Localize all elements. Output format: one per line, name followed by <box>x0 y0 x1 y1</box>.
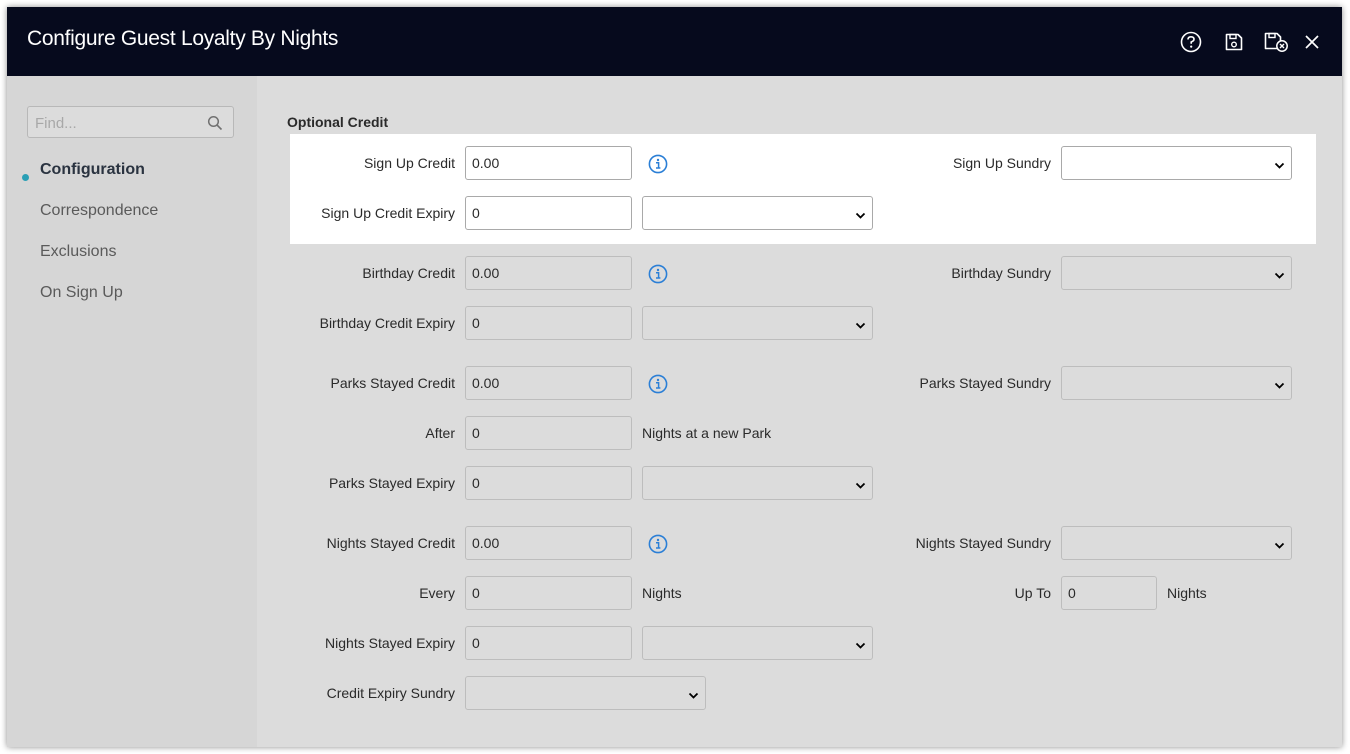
sign-up-credit-expiry-unit-select[interactable] <box>642 196 873 230</box>
nights-stayed-expiry-label: Nights Stayed Expiry <box>325 635 455 651</box>
nights-stayed-sundry-label: Nights Stayed Sundry <box>915 535 1051 551</box>
sign-up-credit-info-icon[interactable] <box>648 154 668 174</box>
chevron-down-icon <box>1274 158 1285 176</box>
chevron-down-icon <box>855 208 866 226</box>
nights-stayed-sundry-select[interactable] <box>1061 526 1292 560</box>
parks-stayed-credit-label: Parks Stayed Credit <box>330 375 456 391</box>
up-to-suffix-label: Nights <box>1167 585 1207 601</box>
parks-stayed-expiry-label: Parks Stayed Expiry <box>328 475 455 491</box>
sidebar-item-configuration[interactable]: Configuration <box>40 161 145 179</box>
find-box <box>27 106 234 138</box>
chevron-down-icon <box>855 638 866 656</box>
credit-expiry-sundry-label: Credit Expiry Sundry <box>326 685 455 701</box>
sign-up-sundry-select[interactable] <box>1061 146 1292 180</box>
birthday-credit-expiry-label: Birthday Credit Expiry <box>319 315 455 331</box>
help-icon[interactable] <box>1180 31 1202 53</box>
birthday-sundry-label: Birthday Sundry <box>951 265 1051 281</box>
sidebar-item-exclusions[interactable]: Exclusions <box>40 243 116 261</box>
birthday-credit-info-icon[interactable] <box>648 264 668 284</box>
after-nights-input[interactable] <box>465 416 632 450</box>
section-title: Optional Credit <box>287 114 389 130</box>
sidebar-item-correspondence[interactable]: Correspondence <box>40 202 158 220</box>
title-bar: Configure Guest Loyalty By Nights <box>7 7 1342 76</box>
sign-up-credit-expiry-label: Sign Up Credit Expiry <box>321 205 455 221</box>
active-indicator-dot <box>22 174 29 181</box>
credit-expiry-sundry-select[interactable] <box>465 676 706 710</box>
parks-stayed-sundry-select[interactable] <box>1061 366 1292 400</box>
parks-stayed-credit-info-icon[interactable] <box>648 374 668 394</box>
find-input[interactable] <box>33 112 207 134</box>
after-suffix-label: Nights at a new Park <box>642 425 772 441</box>
after-label: After <box>425 425 455 441</box>
sign-up-credit-input[interactable] <box>465 146 632 180</box>
every-nights-input[interactable] <box>465 576 632 610</box>
up-to-label: Up To <box>1014 585 1051 601</box>
birthday-sundry-select[interactable] <box>1061 256 1292 290</box>
chevron-down-icon <box>855 478 866 496</box>
search-icon[interactable] <box>207 115 223 136</box>
nights-stayed-credit-info-icon[interactable] <box>648 534 668 554</box>
chevron-down-icon <box>1274 268 1285 286</box>
parks-stayed-expiry-unit-select[interactable] <box>642 466 873 500</box>
sign-up-credit-label: Sign Up Credit <box>363 155 455 171</box>
nights-stayed-credit-label: Nights Stayed Credit <box>326 535 455 551</box>
birthday-credit-input[interactable] <box>465 256 632 290</box>
every-label: Every <box>419 585 455 601</box>
up-to-nights-input[interactable] <box>1061 576 1157 610</box>
chevron-down-icon <box>1274 378 1285 396</box>
birthday-credit-expiry-input[interactable] <box>465 306 632 340</box>
birthday-credit-expiry-unit-select[interactable] <box>642 306 873 340</box>
sidebar-item-on-sign-up[interactable]: On Sign Up <box>40 284 123 302</box>
every-suffix-label: Nights <box>642 585 682 601</box>
main-panel: Optional Credit Sign Up Credit Sign Up S… <box>257 76 1342 747</box>
window-title: Configure Guest Loyalty By Nights <box>27 27 339 50</box>
nights-stayed-expiry-input[interactable] <box>465 626 632 660</box>
nights-stayed-credit-input[interactable] <box>465 526 632 560</box>
save-and-close-icon[interactable] <box>1263 31 1289 53</box>
parks-stayed-sundry-label: Parks Stayed Sundry <box>919 375 1051 391</box>
birthday-credit-label: Birthday Credit <box>362 265 455 281</box>
parks-stayed-credit-input[interactable] <box>465 366 632 400</box>
chevron-down-icon <box>855 318 866 336</box>
sign-up-credit-expiry-input[interactable] <box>465 196 632 230</box>
sign-up-sundry-label: Sign Up Sundry <box>952 155 1051 171</box>
parks-stayed-expiry-input[interactable] <box>465 466 632 500</box>
chevron-down-icon <box>688 688 699 706</box>
chevron-down-icon <box>1274 538 1285 556</box>
dialog-window: Configure Guest Loyalty By Nights Config… <box>7 7 1342 747</box>
nights-stayed-expiry-unit-select[interactable] <box>642 626 873 660</box>
close-icon[interactable] <box>1301 31 1323 53</box>
save-icon[interactable] <box>1223 31 1245 53</box>
